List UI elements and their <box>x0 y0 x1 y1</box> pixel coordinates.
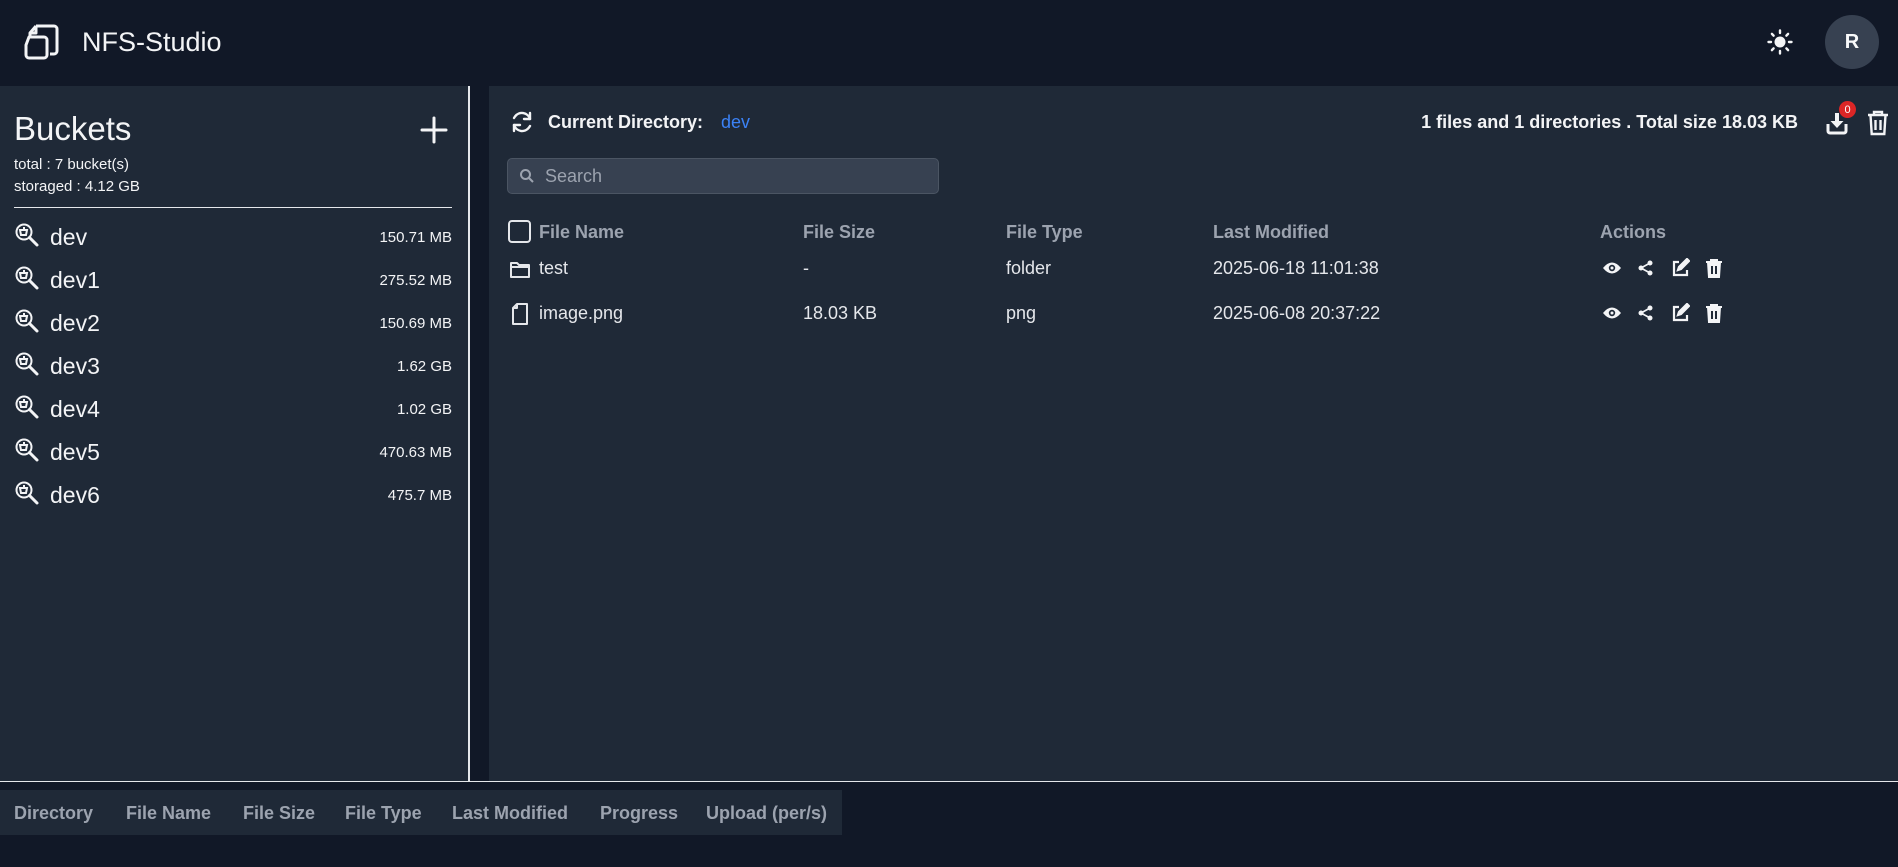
bucket-icon <box>14 308 40 334</box>
file-size-cell: 18.03 KB <box>803 303 878 323</box>
bucket-size: 470.63 MB <box>379 444 452 461</box>
search-icon <box>520 169 534 183</box>
bucket-total: total : 7 bucket(s) <box>14 156 130 173</box>
edit-icon[interactable] <box>1668 256 1691 279</box>
theme-toggle-button[interactable] <box>1765 27 1795 57</box>
file-type-cell: png <box>1006 303 1037 323</box>
edit-icon[interactable] <box>1668 301 1691 324</box>
delete-icon[interactable] <box>1702 301 1725 324</box>
bucket-name: dev2 <box>50 310 100 336</box>
delete-all-icon[interactable] <box>1865 109 1891 137</box>
user-avatar[interactable]: R <box>1825 15 1879 69</box>
refresh-icon[interactable] <box>510 110 534 134</box>
buckets-sidebar: Buckets total : 7 bucket(s) storaged : 4… <box>0 86 470 781</box>
bucket-size: 275.52 MB <box>379 272 452 289</box>
bucket-item-dev2[interactable]: dev2 150.69 MB <box>14 302 452 345</box>
last-modified-cell: 2025-06-18 11:01:38 <box>1213 258 1379 278</box>
download-count-badge: 0 <box>1839 101 1856 118</box>
bucket-size: 475.7 MB <box>387 487 452 504</box>
delete-icon[interactable] <box>1702 256 1725 279</box>
upload-panel: Directory File Name File Size File Type Last… <box>0 782 1898 867</box>
file-browser: Current Directory: dev 1 files and 1 dir… <box>489 86 1898 781</box>
bucket-storage: storaged : 4.12 GB <box>14 178 140 195</box>
column-file-size[interactable]: File Size <box>803 222 875 243</box>
search-input[interactable] <box>545 165 925 187</box>
add-bucket-icon[interactable] <box>418 114 450 146</box>
view-icon[interactable] <box>1600 256 1623 279</box>
bucket-item-dev3[interactable]: dev3 1.62 GB <box>14 345 452 388</box>
current-directory-link[interactable]: dev <box>721 112 750 133</box>
bucket-item-dev1[interactable]: dev1 275.52 MB <box>14 259 452 302</box>
bucket-item-dev6[interactable]: dev6 475.7 MB <box>14 474 452 517</box>
bucket-icon <box>14 480 40 506</box>
sidebar-divider <box>14 207 452 208</box>
bucket-item-dev[interactable]: dev 150.71 MB <box>14 216 452 259</box>
select-all-checkbox[interactable] <box>508 220 531 243</box>
file-size-cell: - <box>803 258 809 278</box>
share-icon[interactable] <box>1634 256 1657 279</box>
last-modified-cell: 2025-06-08 20:37:22 <box>1213 303 1381 323</box>
panel-gap <box>472 86 489 781</box>
file-table-header: File Name File Size File Type Last Modif… <box>507 214 1887 250</box>
bucket-icon <box>14 351 40 377</box>
row-actions <box>1600 301 1725 324</box>
column-actions: Actions <box>1600 222 1667 242</box>
bucket-name: dev <box>50 224 88 250</box>
bucket-size: 150.71 MB <box>379 229 452 246</box>
upload-column-header: Upload (per/s) <box>706 803 828 823</box>
column-last-modified[interactable]: Last Modified <box>1213 222 1329 243</box>
upload-column-header: File Size <box>243 803 316 823</box>
bucket-icon <box>14 394 40 420</box>
top-header: NFS-Studio R <box>0 0 1898 86</box>
upload-table-header: Directory File Name File Size File Type Last… <box>0 790 842 835</box>
bucket-item-dev5[interactable]: dev5 470.63 MB <box>14 431 452 474</box>
directory-summary: 1 files and 1 directories . Total size 1… <box>1421 112 1798 132</box>
column-file-type[interactable]: File Type <box>1006 222 1083 243</box>
app-title: NFS-Studio <box>82 27 222 57</box>
bucket-icon <box>14 265 40 291</box>
bucket-icon <box>14 437 40 463</box>
share-icon[interactable] <box>1634 301 1657 324</box>
upload-column-header: Directory <box>14 803 94 823</box>
current-directory-label: Current Directory: <box>548 112 704 132</box>
bucket-size: 150.69 MB <box>379 315 452 332</box>
folder-icon <box>509 257 531 281</box>
upload-column-header: File Name <box>126 803 212 823</box>
upload-column-header: Last Modified <box>452 803 568 823</box>
table-row[interactable]: image.png 18.03 KB png 2025-06-08 20:37:22 <box>507 295 1887 335</box>
bucket-size: 1.02 GB <box>396 401 452 418</box>
bucket-icon <box>14 222 40 248</box>
logo-icon <box>24 24 59 60</box>
file-name-cell[interactable]: image.png <box>539 303 623 324</box>
upload-column-header: Progress <box>600 803 679 823</box>
bucket-name: dev1 <box>50 267 100 293</box>
search-box <box>507 158 939 194</box>
table-row[interactable]: test - folder 2025-06-18 11:01:38 <box>507 250 1887 290</box>
bucket-name: dev4 <box>50 396 100 422</box>
bucket-list: dev 150.71 MB dev1 275.52 MB dev2 150.69 MB de… <box>14 216 452 517</box>
bucket-name: dev5 <box>50 439 100 465</box>
column-file-name[interactable]: File Name <box>539 222 624 243</box>
bucket-item-dev4[interactable]: dev4 1.02 GB <box>14 388 452 431</box>
file-icon <box>509 302 531 326</box>
bucket-name: dev6 <box>50 482 100 508</box>
file-name-cell[interactable]: test <box>539 258 568 279</box>
bucket-size: 1.62 GB <box>396 358 452 375</box>
bucket-name: dev3 <box>50 353 100 379</box>
buckets-title: Buckets <box>14 110 132 147</box>
file-type-cell: folder <box>1006 258 1052 278</box>
upload-column-header: File Type <box>345 803 422 823</box>
view-icon[interactable] <box>1600 301 1623 324</box>
sun-icon <box>1767 29 1793 55</box>
row-actions <box>1600 256 1725 279</box>
